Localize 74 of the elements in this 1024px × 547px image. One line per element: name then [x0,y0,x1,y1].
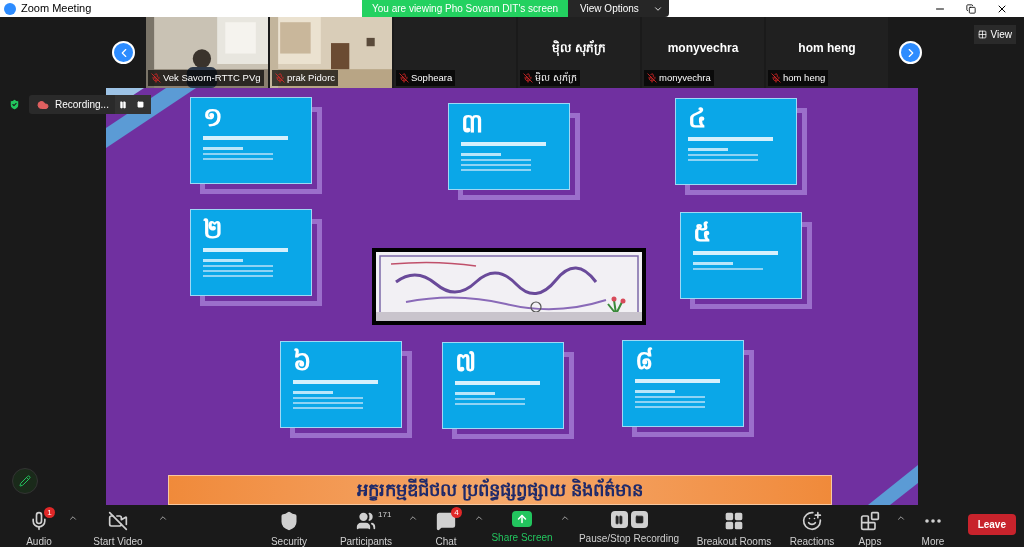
toolbar-button[interactable]: 4 Chat [418,505,474,547]
caret-icon[interactable] [68,513,78,523]
toolbar-button[interactable]: Apps [844,505,896,547]
next-page-button[interactable] [899,41,922,64]
pause-stop-icon [610,511,648,528]
window-title: Zoom Meeting [21,1,92,17]
stop-icon [137,101,145,108]
participant-tile[interactable]: prak Pidorc [270,17,392,88]
toolbar-button[interactable]: Pause/Stop Recording [570,505,688,546]
recording-label: Recording... [55,98,110,112]
participant-display-name: ម៉ិល សុភ័ក្រ [552,39,606,57]
notification-badge: 1 [44,507,55,518]
notification-badge: 4 [451,507,462,518]
card-number: ៣ [461,108,483,138]
participant-name-label: prak Pidorc [272,69,339,86]
toolbar-button[interactable]: Reactions [780,505,844,547]
card-number: ២ [203,214,223,244]
participant-tile[interactable]: hom heng hom heng [766,17,888,88]
caret-icon[interactable] [408,513,418,523]
participant-tile[interactable]: monyvechra monyvechra [642,17,764,88]
pencil-icon [19,475,31,487]
participant-display-name: monyvechra [667,39,739,57]
pause-button[interactable] [114,95,131,114]
people-icon [356,511,376,531]
apps-icon [860,511,880,531]
participant-name-label: ម៉ិល សុភ័ក្រ [520,69,580,86]
participant-display-name: hom heng [798,39,856,57]
previous-page-button[interactable] [112,41,135,64]
toolbar-button[interactable]: Breakout Rooms [688,505,780,547]
annotate-button[interactable] [12,468,38,494]
grid-icon [977,30,987,39]
toolbar-button[interactable]: Start Video [78,505,158,547]
view-button[interactable]: View [973,25,1016,44]
video-off-icon [108,511,128,531]
card-number: ១ [203,102,223,132]
card-number: ៥ [693,217,711,247]
toolbar-button[interactable]: More [906,505,960,547]
chat-icon [436,511,456,531]
participant-count: 171 [378,509,392,521]
corner-stripes-drawing [868,465,918,505]
shield-icon [279,511,299,531]
toolbar-button[interactable]: Security [254,505,324,547]
toolbar-button[interactable]: 171 Participants [324,505,408,547]
more-icon [925,519,941,523]
grid-icon [724,511,744,531]
zoom-logo-icon [4,2,16,15]
participant-tile[interactable]: Sopheara [394,17,516,88]
share-banner: You are viewing Pho Sovann DIT's screen [362,0,569,17]
participant-name-label: monyvechra [644,69,714,86]
banner-title: អក្ខរកម្មឌីជីថល ប្រព័ន្ធផ្សព្វផ្សាយ និងព័ត៌មាន [357,477,643,503]
share-icon [512,511,532,527]
participant-name-label: Sopheara [396,69,456,86]
caret-icon[interactable] [896,513,906,523]
caret-icon[interactable] [474,513,484,523]
shield-check-icon[interactable] [8,98,21,111]
card-number: ៧ [455,347,476,377]
toolbar-button[interactable]: 1 Audio [10,505,68,547]
participant-name-label: hom heng [768,69,829,86]
microphone-icon [29,511,49,531]
smiley-icon [802,511,822,531]
view-options-button[interactable]: View Options [568,0,669,17]
caret-icon[interactable] [560,513,570,523]
restore-icon[interactable] [966,3,976,14]
pause-icon [118,100,127,109]
card-number: ៨ [635,345,653,375]
participant-tile[interactable]: Vek Savorn-RTTC PVg [146,17,268,88]
caret-icon[interactable] [158,513,168,523]
card-number: ៦ [293,346,311,376]
card-number: ៤ [688,103,706,133]
toolbar-button[interactable]: Share Screen [484,505,560,545]
participant-name-label: Vek Savorn-RTTC PVg [148,69,264,86]
participant-tile[interactable]: ម៉ិល សុភ័ក្រ ម៉ិល សុភ័ក្រ [518,17,640,88]
leave-button[interactable]: Leave [967,514,1016,535]
cloud-icon [37,98,49,111]
